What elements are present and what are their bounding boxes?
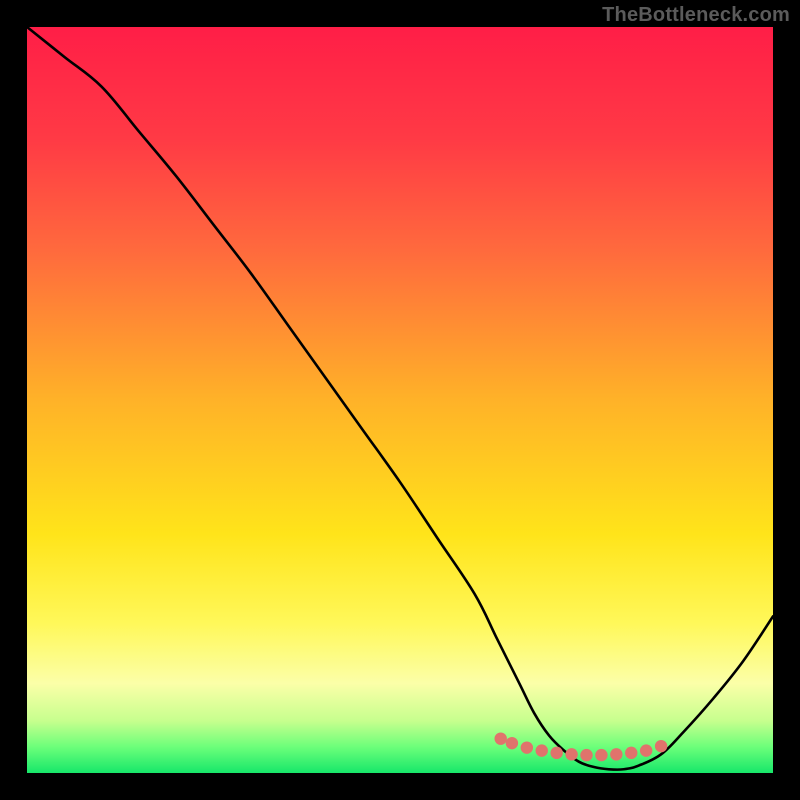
highlight-dot — [536, 744, 548, 756]
watermark-text: TheBottleneck.com — [602, 4, 790, 27]
highlight-dot — [610, 748, 622, 760]
highlight-dot — [550, 747, 562, 759]
highlight-dot — [565, 748, 577, 760]
chart-stage: TheBottleneck.com — [0, 0, 800, 800]
highlight-dot — [506, 737, 518, 749]
highlight-dot — [580, 749, 592, 761]
gradient-background — [27, 27, 773, 773]
highlight-dot — [495, 732, 507, 744]
highlight-dot — [625, 747, 637, 759]
bottleneck-chart — [0, 0, 800, 800]
highlight-dot — [640, 744, 652, 756]
highlight-dot — [521, 741, 533, 753]
highlight-dot — [655, 740, 667, 752]
highlight-dot — [595, 749, 607, 761]
